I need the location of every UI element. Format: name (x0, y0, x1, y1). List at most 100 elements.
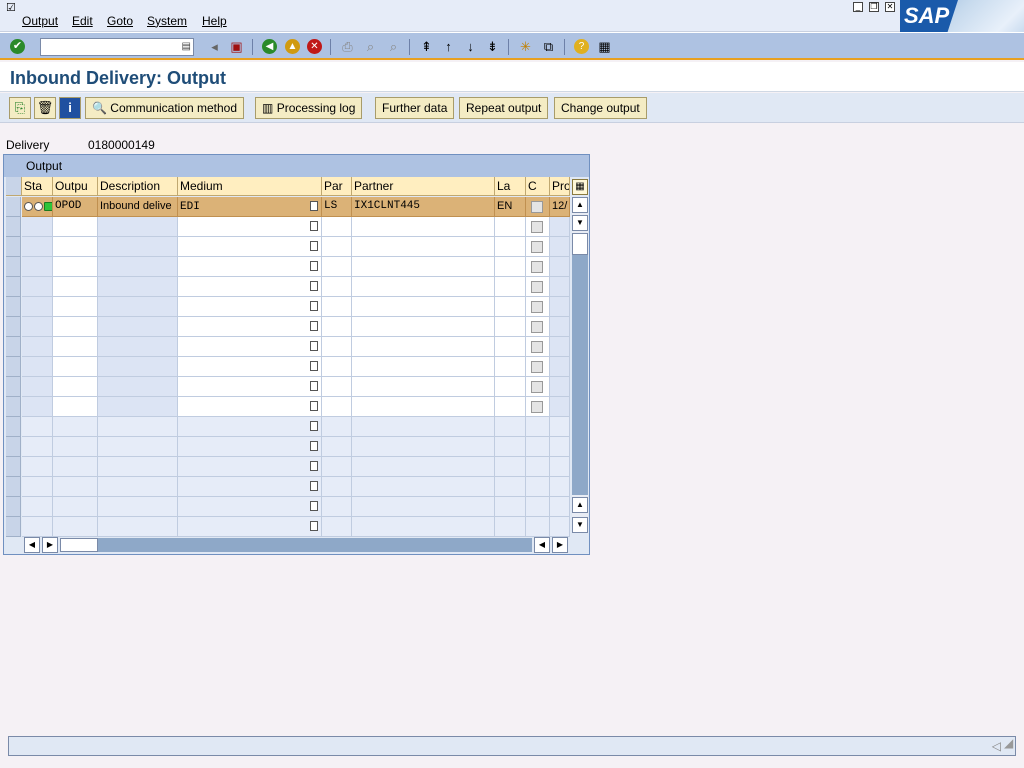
cell-status[interactable] (22, 257, 53, 277)
column-header-output[interactable]: Outpu (53, 177, 98, 196)
details-icon[interactable]: ⎘ (9, 97, 31, 119)
column-header-partner-function[interactable]: Par (322, 177, 352, 196)
cell-medium[interactable] (178, 217, 322, 237)
cell-description[interactable] (98, 397, 178, 417)
menu-system[interactable]: System (147, 14, 187, 28)
row-selector[interactable] (6, 497, 21, 517)
column-header-status[interactable]: Sta (22, 177, 53, 196)
medium-dropdown-icon[interactable] (310, 521, 318, 531)
cell-description[interactable] (98, 357, 178, 377)
previous-page-icon[interactable]: ↑ (440, 38, 457, 55)
info-icon[interactable]: i (59, 97, 81, 119)
row-selector[interactable] (6, 337, 21, 357)
medium-dropdown-icon[interactable] (310, 321, 318, 331)
medium-dropdown-icon[interactable] (310, 401, 318, 411)
cell-partner[interactable] (352, 337, 495, 357)
medium-dropdown-icon[interactable] (310, 501, 318, 511)
cell-description[interactable]: Inbound delive (98, 197, 178, 217)
cell-partner-function[interactable] (322, 317, 352, 337)
cell-description[interactable] (98, 217, 178, 237)
scroll-page-up-icon[interactable]: ▲ (572, 497, 588, 513)
cell-partner-function[interactable] (322, 257, 352, 277)
medium-dropdown-icon[interactable] (310, 201, 318, 211)
enter-icon[interactable]: ✔ (10, 39, 25, 54)
print-icon[interactable]: ⎙ (339, 38, 356, 55)
cell-language[interactable] (495, 217, 526, 237)
row-selector[interactable] (6, 437, 21, 457)
cell-medium[interactable] (178, 277, 322, 297)
cell-output-type[interactable] (53, 397, 98, 417)
row-selector[interactable] (6, 257, 21, 277)
medium-dropdown-icon[interactable] (310, 381, 318, 391)
cell-output-type[interactable] (53, 317, 98, 337)
cell-changed[interactable] (526, 257, 550, 277)
changed-checkbox[interactable] (531, 261, 543, 273)
medium-dropdown-icon[interactable] (310, 441, 318, 451)
changed-checkbox[interactable] (531, 201, 543, 213)
scroll-track[interactable] (572, 233, 588, 495)
cell-output-type[interactable] (53, 217, 98, 237)
cell-language[interactable] (495, 397, 526, 417)
create-session-icon[interactable]: ✳ (517, 38, 534, 55)
cell-medium[interactable] (178, 237, 322, 257)
cell-medium[interactable] (178, 357, 322, 377)
cell-language[interactable] (495, 237, 526, 257)
cell-changed[interactable] (526, 317, 550, 337)
medium-dropdown-icon[interactable] (310, 281, 318, 291)
cell-status[interactable] (22, 277, 53, 297)
row-selector[interactable] (6, 397, 21, 417)
cell-status[interactable] (22, 197, 53, 217)
window-menu-icon[interactable]: ☑ (6, 2, 20, 14)
cell-partner-function[interactable] (322, 297, 352, 317)
cell-output-type[interactable] (53, 297, 98, 317)
changed-checkbox[interactable] (531, 281, 543, 293)
cell-partner-function[interactable] (322, 237, 352, 257)
changed-checkbox[interactable] (531, 361, 543, 373)
row-selector[interactable] (6, 517, 21, 537)
find-next-icon[interactable]: ⌕ (385, 38, 402, 55)
cell-partner[interactable] (352, 317, 495, 337)
last-page-icon[interactable]: ⇟ (484, 38, 501, 55)
restore-icon[interactable]: ❐ (869, 2, 879, 12)
cell-medium[interactable] (178, 317, 322, 337)
cell-partner[interactable] (352, 357, 495, 377)
medium-dropdown-icon[interactable] (310, 301, 318, 311)
cell-partner[interactable] (352, 237, 495, 257)
cell-description[interactable] (98, 317, 178, 337)
cell-partner[interactable] (352, 277, 495, 297)
cell-language[interactable] (495, 337, 526, 357)
shortcut-icon[interactable]: ⧉ (540, 38, 557, 55)
column-settings-icon[interactable]: ▦ (572, 179, 588, 195)
cell-language[interactable] (495, 357, 526, 377)
row-selector[interactable] (6, 237, 21, 257)
minimize-icon[interactable]: _ (853, 2, 863, 12)
cell-medium[interactable] (178, 297, 322, 317)
cell-description[interactable] (98, 237, 178, 257)
cell-processing[interactable] (550, 217, 570, 237)
cell-status[interactable] (22, 377, 53, 397)
horizontal-scroll-track[interactable] (60, 538, 532, 552)
menu-output[interactable]: Output (22, 14, 58, 28)
cell-output-type[interactable] (53, 337, 98, 357)
cell-medium[interactable] (178, 377, 322, 397)
medium-dropdown-icon[interactable] (310, 481, 318, 491)
scroll-thumb[interactable] (572, 233, 588, 255)
first-page-icon[interactable]: ⇞ (418, 38, 435, 55)
cell-medium[interactable] (178, 397, 322, 417)
delete-icon[interactable]: 🗑 (34, 97, 56, 119)
cell-output-type[interactable] (53, 377, 98, 397)
cell-partner[interactable] (352, 217, 495, 237)
cell-output-type[interactable] (53, 277, 98, 297)
close-icon[interactable]: ✕ (885, 2, 895, 12)
cell-processing[interactable] (550, 357, 570, 377)
repeat-output-button[interactable]: Repeat output (459, 97, 549, 119)
cell-processing[interactable] (550, 277, 570, 297)
column-header-language[interactable]: La (495, 177, 526, 196)
cell-output-type[interactable] (53, 257, 98, 277)
cell-processing[interactable] (550, 337, 570, 357)
row-selector[interactable] (6, 357, 21, 377)
changed-checkbox[interactable] (531, 301, 543, 313)
command-dropdown-icon[interactable]: ▤ (182, 40, 191, 54)
cell-description[interactable] (98, 337, 178, 357)
command-input[interactable] (41, 39, 179, 55)
